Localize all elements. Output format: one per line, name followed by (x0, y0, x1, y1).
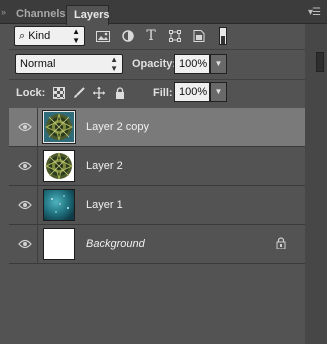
opacity-dropdown-button[interactable]: ▼ (210, 54, 227, 74)
lock-icon[interactable] (276, 237, 286, 250)
layer-name[interactable]: Background (86, 238, 145, 250)
filter-kind-select[interactable]: ⌕ Kind ▲ ▼ (14, 26, 85, 46)
tab-channels[interactable]: Channels (9, 5, 73, 24)
layer-thumbnail (43, 189, 75, 221)
visibility-eye-icon[interactable] (18, 239, 32, 249)
layer-name[interactable]: Layer 2 copy (86, 121, 149, 133)
divider (37, 147, 38, 186)
filter-toggle-switch[interactable] (219, 27, 227, 45)
layer-thumbnail (43, 150, 75, 182)
lock-label: Lock: (16, 87, 46, 99)
opacity-label: Opacity: (132, 58, 177, 70)
close-panel-icon[interactable]: » (1, 7, 6, 17)
fill-input[interactable]: 100% (174, 82, 210, 102)
opacity-input[interactable]: 100% (174, 54, 210, 74)
visibility-eye-icon[interactable] (18, 122, 32, 132)
layer-row[interactable]: Layer 1 (9, 186, 305, 225)
layer-row[interactable]: Layer 2 copy (9, 108, 305, 147)
layer-name[interactable]: Layer 2 (86, 160, 123, 172)
blend-mode-value: Normal (20, 58, 56, 70)
smart-object-filter-icon[interactable] (192, 30, 206, 42)
divider (37, 225, 38, 264)
panel-right-edge (305, 24, 327, 344)
lock-position-icon[interactable] (93, 87, 105, 99)
tab-layers[interactable]: Layers (66, 5, 109, 25)
panel-left-strip (0, 24, 9, 344)
updown-arrows-icon: ▲ ▼ (110, 55, 118, 73)
updown-arrows-icon: ▲ ▼ (72, 27, 80, 45)
divider (9, 49, 305, 50)
fill-dropdown-button[interactable]: ▼ (210, 82, 227, 102)
divider (9, 79, 305, 80)
panel-tab-bar: » Channels Layers ▾☰ (0, 0, 327, 25)
type-filter-icon[interactable]: T (144, 29, 158, 43)
layer-thumbnail (43, 228, 75, 260)
lock-transparent-pixels-icon[interactable] (53, 87, 65, 99)
visibility-eye-icon[interactable] (18, 200, 32, 210)
layer-row[interactable]: Layer 2 (9, 147, 305, 186)
fill-label: Fill: (153, 87, 173, 99)
layer-thumbnail (42, 110, 76, 144)
shape-filter-icon[interactable] (168, 30, 182, 42)
layer-name[interactable]: Layer 1 (86, 199, 123, 211)
blend-mode-select[interactable]: Normal ▲ ▼ (15, 54, 123, 74)
layer-row[interactable]: Background (9, 225, 305, 264)
lock-image-pixels-icon[interactable] (73, 87, 85, 99)
search-icon: ⌕ (19, 30, 29, 42)
kind-label: Kind (28, 30, 51, 42)
lock-all-icon[interactable] (114, 87, 126, 99)
panel-menu-icon[interactable]: ▾☰ (308, 7, 321, 18)
visibility-eye-icon[interactable] (18, 161, 32, 171)
layers-empty-area (9, 266, 305, 344)
divider (37, 108, 38, 147)
layers-panel: » Channels Layers ▾☰ ⌕ Kind ▲ ▼ T Normal … (0, 0, 327, 344)
divider (37, 186, 38, 225)
scroll-handle[interactable] (316, 52, 324, 72)
adjustment-filter-icon[interactable] (121, 30, 135, 42)
image-filter-icon[interactable] (96, 30, 110, 42)
